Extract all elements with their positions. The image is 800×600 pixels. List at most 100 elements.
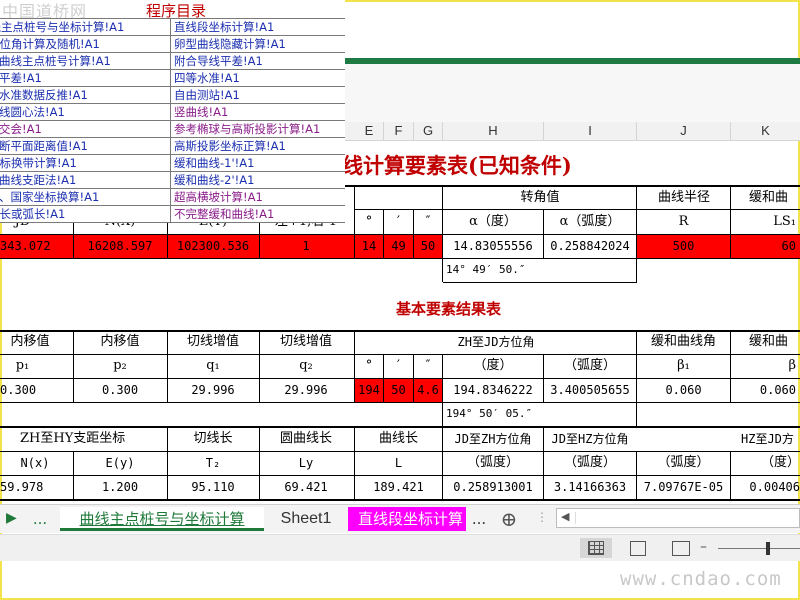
link-spiral-2[interactable]: 缓和曲线-2'!A1 [174, 172, 344, 189]
page-layout-icon[interactable] [630, 541, 646, 556]
cell-alpha-rad[interactable]: 0.258842024 [544, 236, 636, 256]
link-straight-segment[interactable]: 直线段坐标计算!A1 [174, 19, 344, 36]
t2-cell-p2[interactable]: 0.300 [75, 380, 165, 400]
t3-cell-ey[interactable]: 1.200 [75, 477, 165, 497]
cell-min[interactable]: 49 [384, 236, 413, 256]
t3-cell-t2[interactable]: 95.110 [168, 477, 258, 497]
grid-line [442, 185, 443, 282]
link-oval-hidden[interactable]: 卵型曲线隐藏计算!A1 [174, 36, 344, 53]
t2-cell-beta1[interactable]: 0.060 [637, 380, 730, 400]
t2-sub-min: ′ [397, 358, 400, 373]
page-break-icon[interactable] [672, 541, 690, 556]
col-header-k[interactable]: K [731, 122, 800, 140]
tab-more-right[interactable]: ... [466, 507, 492, 531]
zoom-out-icon[interactable]: – [700, 539, 707, 555]
cell-deg[interactable]: 14 [355, 236, 383, 256]
link-circle-center[interactable]: 圆曲线圆心法!A1 [0, 104, 168, 121]
link-azimuth-calc[interactable]: 方位角计算及随机!A1 [0, 36, 168, 53]
link-spiral-1[interactable]: 缓和曲线-1'!A1 [174, 155, 344, 172]
normal-view-button[interactable] [580, 538, 612, 558]
grid-line [413, 354, 414, 402]
link-spiral-offset[interactable]: 缓和曲线支距法!A1 [0, 172, 168, 189]
link-vertical-curve[interactable]: 竖曲线!A1 [174, 104, 344, 121]
tab-more-left[interactable]: ... [26, 507, 54, 531]
grid-line [167, 330, 168, 402]
grid-line [636, 451, 637, 499]
t3-cell-nx[interactable]: 59.978 [0, 477, 60, 497]
tab-curve-main-points[interactable]: 曲线主点桩号与坐标计算 [60, 507, 264, 531]
tab-straight-segment[interactable]: 直线段坐标计算 [348, 507, 466, 531]
table1-title: 线计算要素表(已知条件) [342, 153, 572, 178]
grid-line [730, 185, 731, 258]
grid-line [383, 354, 384, 402]
link-curve-main-points[interactable]: 曲线主点桩号与坐标计算!A1 [0, 19, 168, 36]
col-header-f[interactable]: F [384, 122, 414, 140]
t3-cell-rad2[interactable]: 3.14166363 [544, 477, 636, 497]
link-gauss-forward[interactable]: 高斯投影坐标正算!A1 [174, 138, 344, 155]
t3-cell-rad1[interactable]: 0.258913001 [443, 477, 543, 497]
link-point-plane-distance[interactable]: 点到断平面距离值!A1 [0, 138, 168, 155]
col-header-e[interactable]: E [355, 122, 384, 140]
tab-sheet1[interactable]: Sheet1 [270, 507, 342, 531]
zoom-slider-track[interactable] [718, 548, 800, 549]
grid-line [0, 426, 800, 428]
horizontal-scrollbar[interactable]: ◀ [556, 508, 800, 528]
link-city-national-coords[interactable]: 城建、国家坐标换算!A1 [0, 189, 168, 206]
t2-cell-rad[interactable]: 3.400505655 [544, 380, 636, 400]
link-oval-curve-points[interactable]: 卵型曲线主点桩号计算!A1 [0, 53, 168, 70]
footer-watermark: www.cndao.com [620, 568, 782, 590]
cell-r[interactable]: 500 [637, 236, 730, 256]
t2-cell-min[interactable]: 50 [384, 380, 413, 400]
link-chord-arc[interactable]: 弦长或弧长!A1 [0, 206, 168, 223]
link-fourth-level[interactable]: 四等水准!A1 [174, 70, 344, 87]
t2-cell-deg[interactable]: 194 [355, 380, 383, 400]
t2-sub-p2: p₂ [113, 358, 127, 373]
scroll-left-icon[interactable]: ◀ [561, 510, 569, 523]
cell-dms-1[interactable]: 14° 49′ 50.″ [446, 260, 596, 280]
link-forward-intersection[interactable]: 前方交会!A1 [0, 121, 168, 138]
splitter-icon[interactable]: ⋮ [536, 510, 548, 524]
t2-cell-sec[interactable]: 4.6 [414, 380, 442, 400]
link-traverse-adjust[interactable]: 附合导线平差!A1 [174, 53, 344, 70]
t3-cell-rad3[interactable]: 7.09767E-05 [637, 477, 730, 497]
cell-ls1[interactable]: 60 [731, 236, 800, 256]
scrollbar-thumb[interactable] [575, 512, 796, 524]
t3-cell-ly[interactable]: 69.421 [260, 477, 352, 497]
grid-line [0, 354, 800, 355]
t2-cell-q1[interactable]: 29.996 [168, 380, 258, 400]
cell-lr[interactable]: 1 [260, 236, 352, 256]
grid-line [0, 402, 800, 403]
col-header-g[interactable]: G [414, 122, 443, 140]
t2-cell-deg-val[interactable]: 194.8346222 [443, 380, 543, 400]
t3-sub-nx: N(x) [20, 456, 50, 470]
t2-cell-beta2[interactable]: 0.060 [731, 380, 800, 400]
cell-jd[interactable]: 343.072 [0, 236, 60, 256]
cell-nx[interactable]: 16208.597 [75, 236, 165, 256]
link-zone-transform[interactable]: 坐标换带计算!A1 [0, 155, 168, 172]
cell-alpha-deg[interactable]: 14.83055556 [443, 236, 543, 256]
col-header-i[interactable]: I [544, 122, 637, 140]
t3-cell-l[interactable]: 189.421 [355, 477, 442, 497]
cell-ey[interactable]: 102300.536 [168, 236, 258, 256]
link-level-reverse[interactable]: 四等水准数据反推!A1 [0, 87, 168, 104]
add-sheet-icon[interactable]: ⊕ [496, 507, 522, 531]
col-header-h[interactable]: H [443, 122, 544, 140]
link-superelevation[interactable]: 超高横坡计算!A1 [174, 189, 344, 206]
col-header-j[interactable]: J [637, 122, 731, 140]
link-ellipsoid-gauss[interactable]: 参考椭球与高斯投影计算!A1 [174, 121, 344, 138]
t2-cell-p1[interactable]: 0.300 [0, 380, 60, 400]
cell-sec[interactable]: 50 [414, 236, 442, 256]
link-incomplete-spiral[interactable]: 不完整缓和曲线!A1 [174, 206, 344, 223]
grid-line [442, 426, 443, 499]
link-level-adjust[interactable]: 水准平差!A1 [0, 70, 168, 87]
zoom-slider-thumb[interactable] [766, 542, 770, 555]
cell-dms-2[interactable]: 194° 50′ 05.″ [446, 404, 596, 424]
tab-scroll-left-icon[interactable]: ▶ [6, 510, 17, 526]
t3-cell-deg[interactable]: 0.00406 [731, 477, 800, 497]
t2-sub-q1: q₁ [206, 358, 220, 373]
grid-line [73, 330, 74, 402]
sub-r: R [678, 214, 689, 229]
hdr-radius: 曲线半径 [657, 190, 710, 205]
link-free-station[interactable]: 自由测站!A1 [174, 87, 344, 104]
t2-cell-q2[interactable]: 29.996 [260, 380, 352, 400]
